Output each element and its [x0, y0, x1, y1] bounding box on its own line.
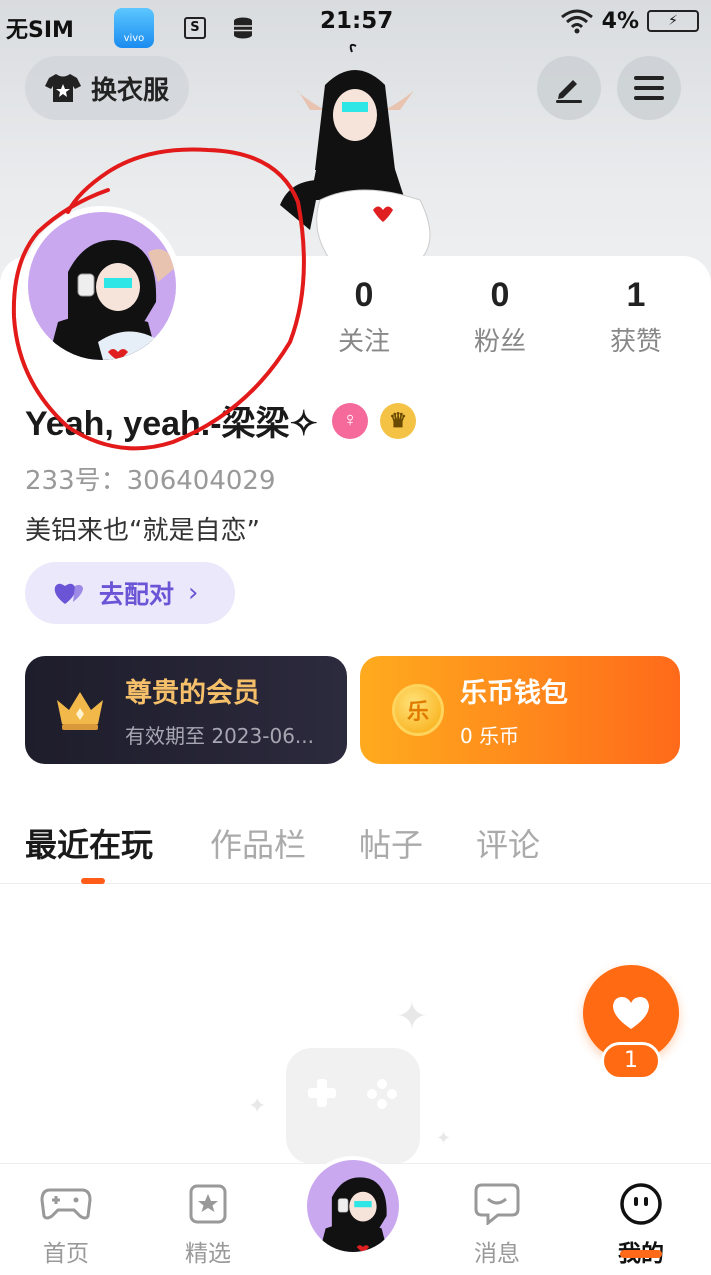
hearts-icon — [54, 583, 83, 604]
coin-wallet-card[interactable]: 乐 乐币钱包 0 乐币 — [360, 656, 680, 764]
sparkle-icon: ✦ — [436, 1128, 452, 1149]
vip-title: 尊贵的会员 — [125, 678, 260, 709]
carrier-text: 无SIM — [6, 18, 74, 43]
tab-indicator — [81, 878, 105, 884]
gamepad-icon — [40, 1188, 92, 1220]
pencil-icon — [556, 80, 582, 103]
match-button[interactable]: 去配对 › — [25, 562, 235, 624]
user-id: 233号：306404029 — [25, 466, 276, 496]
app-store-icon: vivo — [113, 8, 154, 48]
sparkle-icon: ✦ — [248, 1094, 267, 1119]
vip-expiry: 有效期至 2023-06... — [125, 724, 314, 748]
nickname-text: Yeah, yeah.-梁梁✧ — [25, 405, 319, 443]
tab-posts[interactable]: 帖子 — [359, 820, 423, 866]
bookmark-star-icon — [189, 1184, 227, 1224]
face-icon — [620, 1183, 662, 1225]
stat-count: 0 — [490, 276, 510, 314]
stat-label: 获赞 — [609, 327, 662, 357]
stat-likes[interactable]: 1 获赞 — [568, 276, 704, 358]
bio: 美铝来也“就是自恋” — [25, 516, 260, 546]
app-store-icon-label: vivo — [123, 33, 145, 44]
crown-badge-icon: ♛ — [380, 402, 417, 439]
chevron-right-icon: › — [188, 578, 199, 608]
nav-messages[interactable]: 消息 — [447, 1182, 547, 1268]
stat-label: 粉丝 — [473, 327, 526, 357]
vip-card[interactable]: 尊贵的会员 有效期至 2023-06... — [25, 656, 347, 764]
content-tabs: 最近在玩 作品栏 帖子 评论 — [0, 812, 711, 884]
tab-recently-played[interactable]: 最近在玩 — [25, 820, 153, 866]
avatar-character — [280, 43, 431, 260]
edit-profile-button[interactable] — [537, 56, 601, 120]
outfit-label: 换衣服 — [91, 75, 170, 106]
nav-label: 首页 — [43, 1241, 89, 1267]
wifi-icon — [560, 9, 593, 34]
clock: 21:57 — [320, 8, 394, 34]
heart-icon — [613, 997, 649, 1029]
sparkle-icon: ✦ — [396, 994, 428, 1038]
avatar-illustration — [48, 240, 176, 360]
coin-glyph: 乐 — [406, 700, 429, 725]
bottom-nav: 首页 精选 消息 — [0, 1156, 711, 1275]
tab-works[interactable]: 作品栏 — [210, 820, 306, 866]
nav-label: 消息 — [474, 1241, 520, 1267]
nav-center-avatar[interactable] — [303, 1156, 403, 1256]
database-icon — [233, 17, 252, 39]
nav-featured[interactable]: 精选 — [158, 1182, 258, 1268]
avatar-illustration-small — [319, 1177, 388, 1252]
stat-following[interactable]: 0 关注 — [296, 276, 432, 358]
profile-avatar[interactable] — [22, 206, 182, 366]
s-icon: S — [183, 17, 206, 39]
match-label: 去配对 — [99, 580, 175, 609]
battery-percent: 4% — [601, 8, 639, 34]
stat-count: 1 — [626, 276, 646, 314]
female-icon: ♀ — [332, 402, 369, 439]
coin-title: 乐币钱包 — [460, 678, 568, 709]
coin-balance: 0 乐币 — [460, 724, 520, 748]
tab-comments[interactable]: 评论 — [476, 820, 540, 866]
chat-bubble-icon — [474, 1183, 520, 1225]
hamburger-icon — [634, 76, 664, 100]
battery-icon: ⚡ — [647, 10, 699, 32]
stat-label: 关注 — [337, 327, 390, 357]
stat-count: 0 — [354, 276, 374, 314]
tshirt-icon — [45, 74, 81, 102]
stats-row: 0 关注 0 粉丝 1 获赞 — [296, 276, 706, 358]
avatar-image — [28, 212, 176, 360]
crown-icon — [57, 692, 103, 730]
menu-button[interactable] — [617, 56, 681, 120]
outfit-button[interactable]: 换衣服 — [25, 56, 189, 120]
status-bar: 无SIM vivo S 21:57 4% ⚡ — [0, 0, 711, 48]
stat-fans[interactable]: 0 粉丝 — [432, 276, 568, 358]
nav-home[interactable]: 首页 — [16, 1182, 116, 1268]
nickname: Yeah, yeah.-梁梁✧ ♀ ♛ — [25, 396, 417, 445]
nav-label: 精选 — [185, 1241, 231, 1267]
like-count: 1 — [601, 1042, 661, 1080]
coin-icon: 乐 — [392, 684, 444, 736]
nav-active-underline — [620, 1250, 662, 1258]
gamepad-empty-icon — [286, 1048, 420, 1164]
